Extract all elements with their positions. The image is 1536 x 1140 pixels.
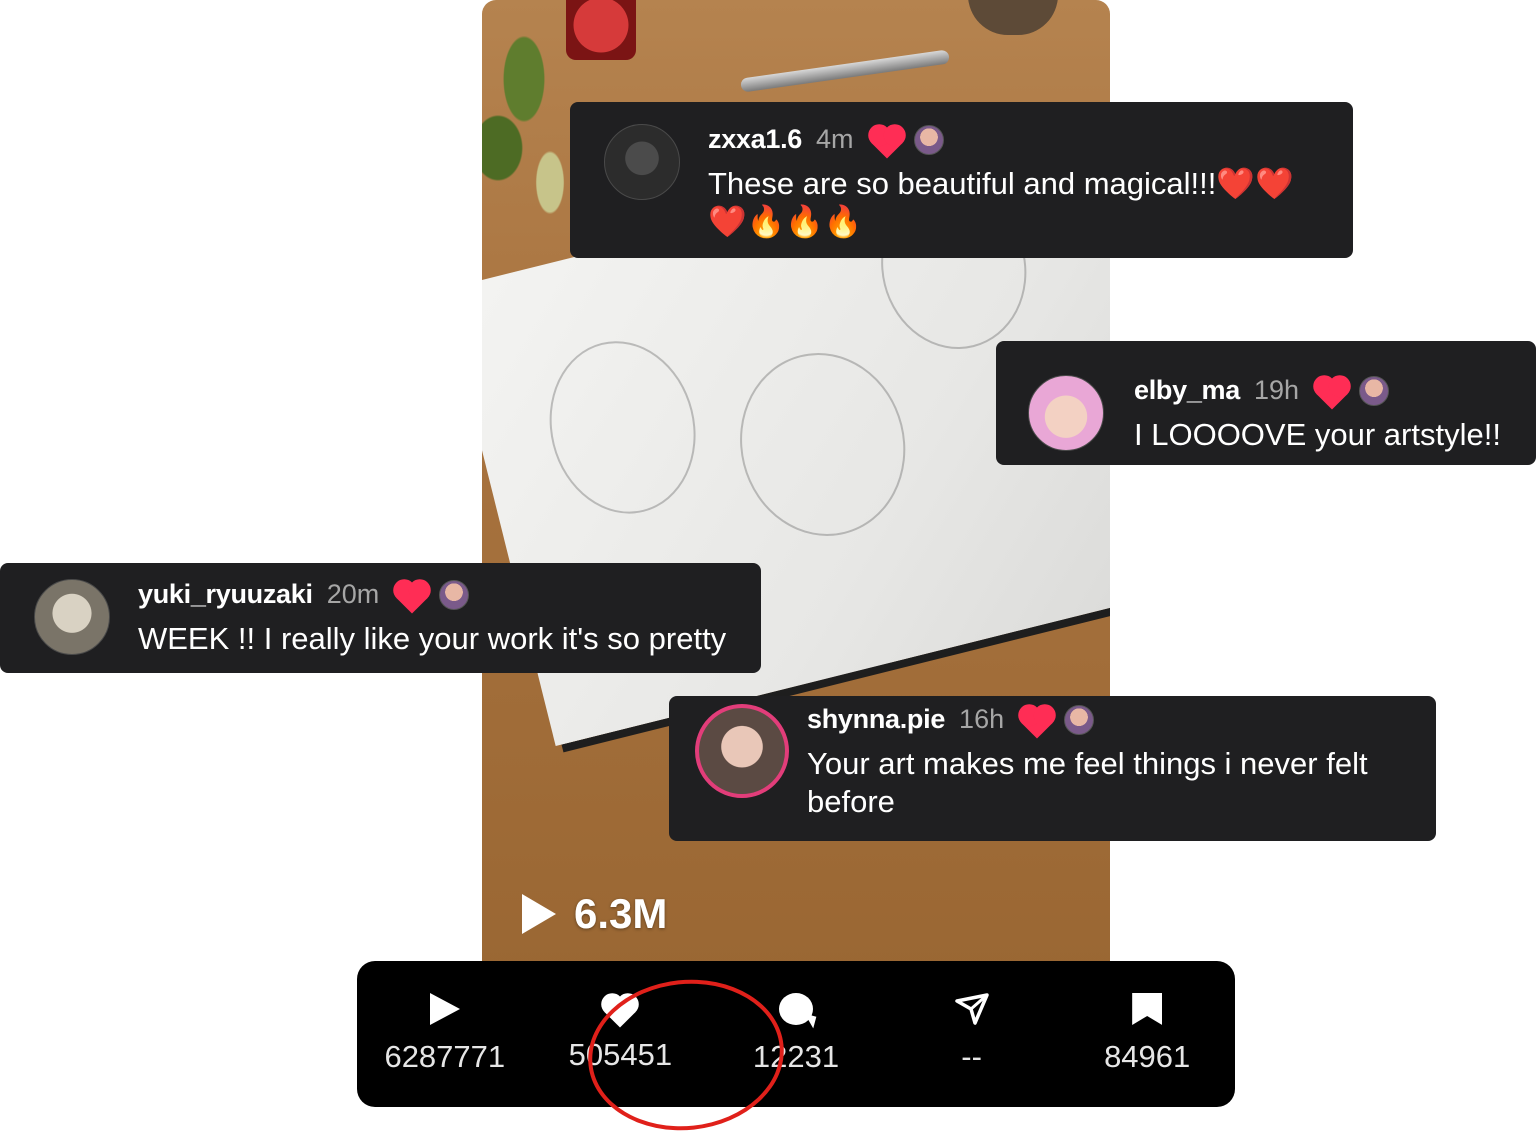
avatar[interactable]: [1028, 375, 1104, 451]
heart-icon: [870, 126, 903, 159]
creator-avatar: [913, 124, 944, 155]
comment-text: WEEK !! I really like your work it's so …: [138, 621, 727, 656]
stat-shares[interactable]: --: [884, 961, 1060, 1107]
shares-count: --: [961, 1039, 982, 1074]
comment-username[interactable]: shynna.pie: [807, 704, 945, 735]
saves-count: 84961: [1104, 1039, 1191, 1074]
comment-icon: [778, 993, 813, 1025]
cup-decoration: [968, 0, 1058, 35]
heart-icon: [1316, 377, 1348, 410]
play-icon: [429, 993, 460, 1025]
stat-likes[interactable]: 505451: [533, 961, 709, 1107]
comment-username[interactable]: elby_ma: [1134, 375, 1240, 406]
heart-icon: [604, 996, 636, 1028]
comment-text: Your art makes me feel things i never fe…: [807, 746, 1368, 819]
comment-card[interactable]: elby_ma 19h I LOOOOVE your artstyle!!: [996, 341, 1536, 465]
comment-card[interactable]: yuki_ryuuzaki 20m WEEK !! I really like …: [0, 563, 761, 673]
creator-avatar: [1064, 704, 1095, 735]
creator-avatar: [1359, 375, 1390, 406]
comment-card[interactable]: zxxa1.6 4m These are so beautiful and ma…: [570, 102, 1353, 258]
comment-time: 4m: [815, 124, 854, 154]
comment-username[interactable]: yuki_ryuuzaki: [138, 579, 313, 610]
creator-avatar: [439, 579, 470, 610]
send-icon: [954, 993, 989, 1025]
stats-bar: 6287771 505451 12231 -- 84961: [357, 961, 1235, 1107]
stat-plays[interactable]: 6287771: [357, 961, 533, 1107]
heart-icon: [1021, 706, 1053, 739]
comment-username[interactable]: zxxa1.6: [708, 124, 802, 155]
sketch-face: [531, 325, 714, 530]
comment-card[interactable]: shynna.pie 16h Your art makes me feel th…: [669, 696, 1436, 841]
stat-comments[interactable]: 12231: [708, 961, 884, 1107]
bookmark-icon: [1132, 993, 1163, 1025]
views-count: 6.3M: [574, 890, 668, 937]
sketch-face: [720, 335, 925, 554]
comment-time: 19h: [1253, 375, 1300, 405]
comment-text: These are so beautiful and magical!!!❤️❤…: [708, 166, 1294, 239]
pencil-decoration: [740, 49, 950, 93]
avatar[interactable]: [604, 124, 680, 200]
plays-count: 6287771: [384, 1039, 506, 1074]
play-icon: [522, 894, 556, 934]
comment-time: 20m: [326, 579, 380, 609]
likes-count: 505451: [568, 1037, 673, 1072]
heart-icon: [396, 581, 428, 614]
avatar[interactable]: [34, 579, 110, 655]
comment-time: 16h: [959, 704, 1005, 734]
comment-text: I LOOOOVE your artstyle!!: [1134, 417, 1501, 452]
views-overlay: 6.3M: [522, 890, 667, 938]
avatar[interactable]: [695, 704, 789, 798]
tin-decoration: [566, 0, 636, 60]
comments-count: 12231: [752, 1039, 840, 1074]
stat-saves[interactable]: 84961: [1059, 961, 1235, 1107]
